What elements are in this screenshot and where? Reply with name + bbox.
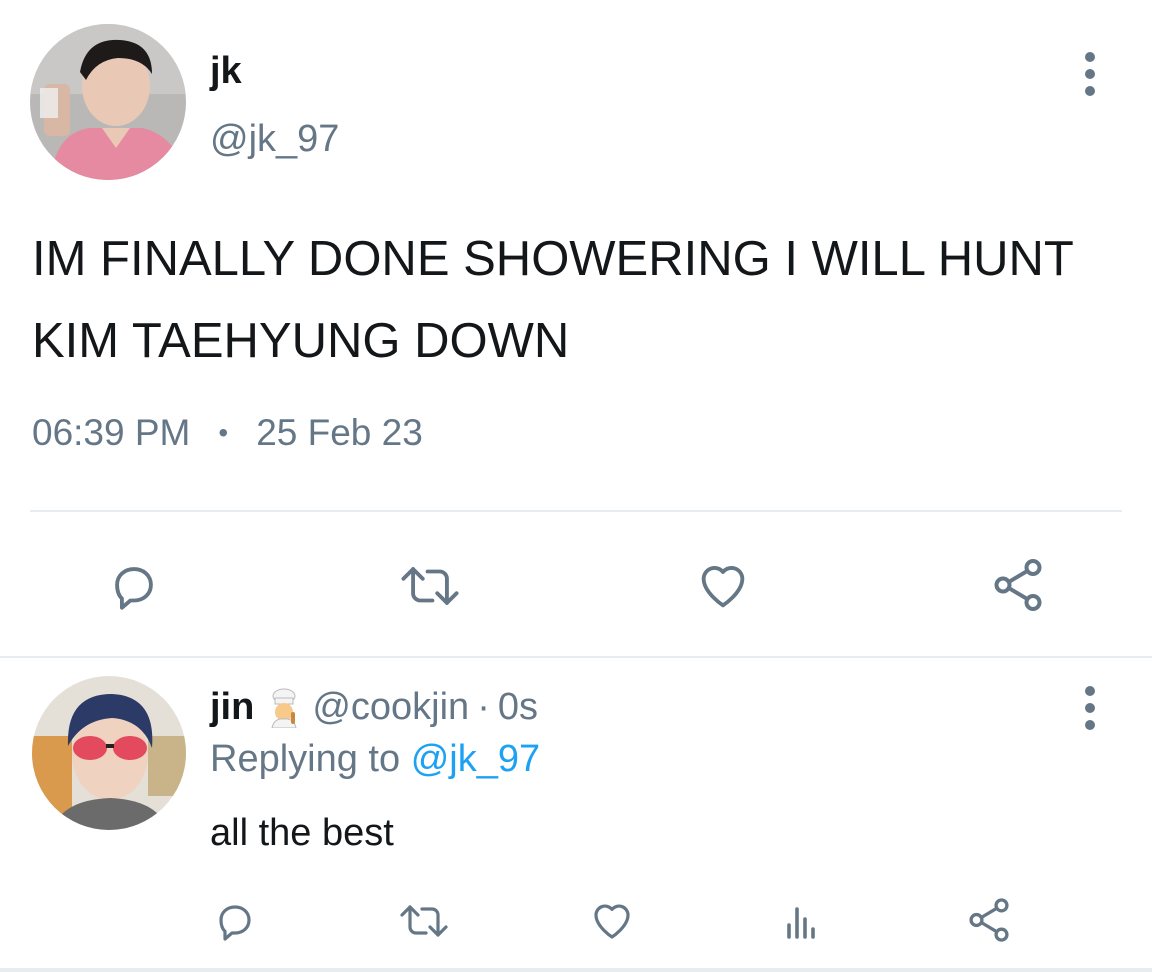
reply-icon[interactable] (210, 896, 260, 946)
retweet-icon[interactable] (396, 896, 452, 946)
tweet-time: 0s (497, 686, 538, 728)
replying-to: Replying to @jk_97 (210, 738, 540, 781)
replying-prefix: Replying to (210, 738, 401, 780)
meta-separator: • (218, 417, 229, 448)
retweet-icon[interactable] (396, 556, 464, 616)
divider (0, 968, 1152, 972)
tweet-text: IM FINALLY DONE SHOWERING I WILL HUNT KI… (32, 232, 1073, 368)
like-icon[interactable] (692, 556, 754, 616)
share-icon[interactable] (962, 894, 1016, 946)
user-handle[interactable]: @cookjin (312, 686, 469, 729)
like-icon[interactable] (586, 896, 638, 946)
mention-link[interactable]: @jk_97 (411, 738, 540, 780)
more-vertical-icon[interactable] (1078, 52, 1102, 96)
reply-header: jin @cookjin · 0s (210, 686, 538, 729)
tweet-text: all the best (210, 812, 394, 854)
divider (30, 510, 1122, 512)
avatar-jin[interactable] (32, 676, 186, 830)
tweet-date[interactable]: 25 Feb 23 (256, 412, 423, 454)
reply-tweet: jin @cookjin · 0s Replying to @jk_97 all… (0, 658, 1152, 972)
display-name[interactable]: jk (210, 50, 242, 93)
avatar-jk[interactable] (30, 24, 186, 180)
reply-icon[interactable] (104, 556, 164, 616)
display-name[interactable]: jin (210, 686, 254, 729)
share-icon[interactable] (986, 554, 1050, 616)
more-vertical-icon[interactable] (1078, 686, 1102, 730)
main-tweet: jk @jk_97 IM FINALLY DONE SHOWERING I WI… (0, 0, 1152, 656)
analytics-icon[interactable] (776, 896, 826, 946)
meta-separator: · (477, 686, 490, 728)
cook-emoji-icon (266, 688, 302, 728)
tweet-meta: 06:39 PM • 25 Feb 23 (32, 412, 423, 454)
user-handle[interactable]: @jk_97 (210, 118, 339, 161)
tweet-time: 06:39 PM (32, 412, 191, 453)
